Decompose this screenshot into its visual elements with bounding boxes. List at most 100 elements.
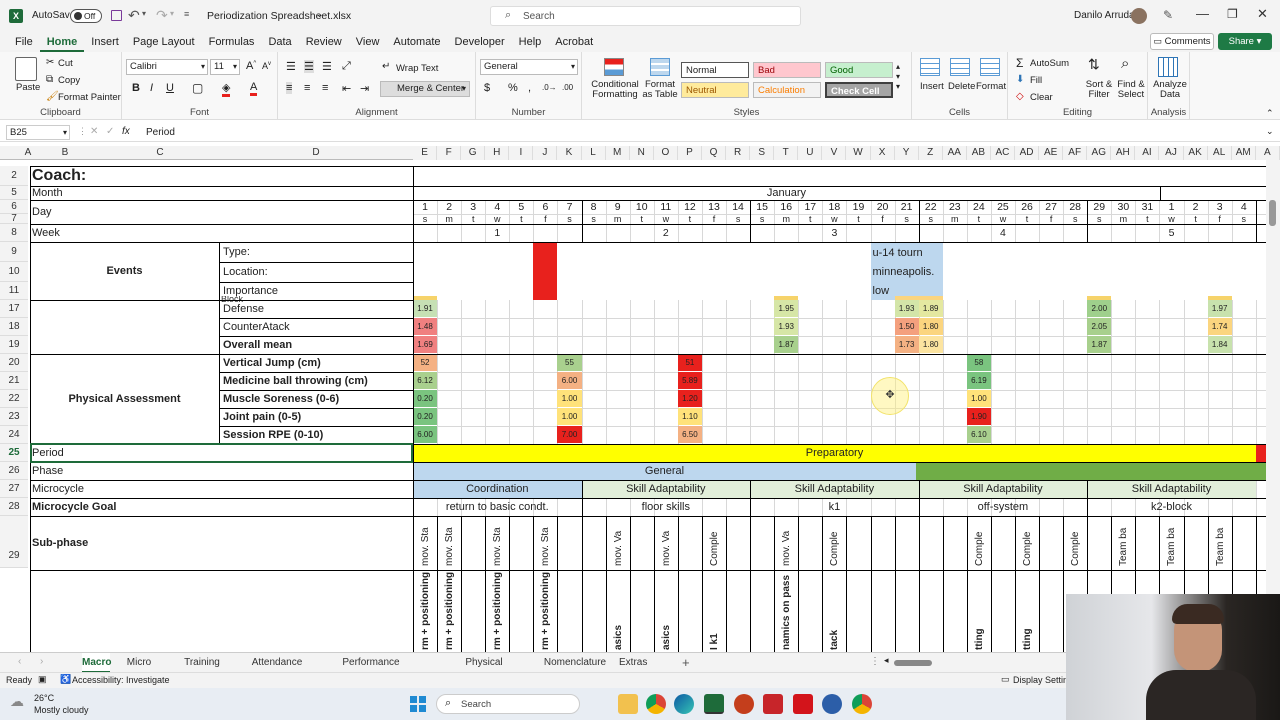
share-button[interactable]: Share ▾ xyxy=(1218,33,1272,50)
vertical-scroll-thumb[interactable] xyxy=(1269,200,1276,226)
counter-value[interactable]: 1.93 xyxy=(774,318,799,335)
font-name-select[interactable]: Calibri ▾ xyxy=(126,59,208,75)
chrome-profile-icon[interactable] xyxy=(852,694,872,714)
menu-formulas[interactable]: Formulas xyxy=(202,32,262,52)
file-name[interactable]: Periodization Spreadsheet.xlsx xyxy=(207,10,351,22)
physical-value[interactable]: 6.00 xyxy=(557,372,582,389)
decrease-decimal-icon[interactable]: .00 xyxy=(562,83,573,92)
physical-value[interactable]: 6.50 xyxy=(677,426,702,443)
style-neutral[interactable]: Neutral xyxy=(681,82,749,98)
tab-nomenclature[interactable]: Nomenclature xyxy=(542,653,608,673)
overall-value[interactable]: 1.87 xyxy=(774,336,799,353)
font-size-select[interactable]: 11 ▾ xyxy=(210,59,240,75)
restore-icon[interactable]: ❐ xyxy=(1227,7,1238,21)
powerpoint-icon[interactable] xyxy=(734,694,754,714)
scroll-left-icon[interactable]: ◂ xyxy=(884,655,889,666)
redo-icon[interactable]: ↷ xyxy=(156,7,168,24)
physical-value[interactable]: 6.00 xyxy=(413,426,438,443)
align-top-icon[interactable]: ☰ xyxy=(286,60,296,73)
paste-icon[interactable] xyxy=(15,57,37,81)
weather-icon[interactable]: ☁ xyxy=(10,693,24,710)
physical-value[interactable]: 58 xyxy=(966,354,991,371)
menu-automate[interactable]: Automate xyxy=(386,32,447,52)
physical-value[interactable]: 1.00 xyxy=(557,408,582,425)
align-left-icon[interactable]: ≡ xyxy=(286,82,293,94)
counter-value[interactable]: 1.74 xyxy=(1207,318,1232,335)
overall-value[interactable]: 1.73 xyxy=(894,336,919,353)
physical-value[interactable]: 1.00 xyxy=(557,390,582,407)
style-good[interactable]: Good xyxy=(825,62,893,78)
tab-micro[interactable]: Micro xyxy=(125,653,153,673)
percent-icon[interactable]: % xyxy=(508,82,518,94)
horizontal-scroll-thumb[interactable] xyxy=(894,660,932,666)
align-center-icon[interactable]: ≡ xyxy=(304,82,310,94)
physical-value[interactable]: 1.10 xyxy=(677,408,702,425)
physical-value[interactable]: 51 xyxy=(677,354,702,371)
find-select-button[interactable]: Find & Select xyxy=(1114,80,1148,100)
cut-button[interactable]: Cut xyxy=(58,58,73,69)
formula-input[interactable]: Period xyxy=(146,127,175,138)
align-middle-icon[interactable]: ☰ xyxy=(304,60,314,73)
macro-record-icon[interactable]: ▣ xyxy=(38,674,47,685)
user-name[interactable]: Danilo Arruda xyxy=(1074,10,1135,21)
search-box[interactable]: ⌕ Search xyxy=(490,6,801,26)
conditional-formatting-button[interactable]: Conditional Formatting xyxy=(588,80,642,100)
file-name-chevron-icon[interactable]: ⌄ xyxy=(316,9,324,20)
save-icon[interactable] xyxy=(111,10,122,21)
style-bad[interactable]: Bad xyxy=(753,62,821,78)
defense-value[interactable]: 2.00 xyxy=(1087,300,1112,317)
pdf-reader-icon[interactable] xyxy=(763,694,783,714)
physical-value[interactable]: 6.10 xyxy=(966,426,991,443)
paste-button[interactable]: Paste xyxy=(16,82,40,93)
counter-value[interactable]: 1.50 xyxy=(894,318,919,335)
redo-dropdown-icon[interactable]: ▾ xyxy=(170,9,174,18)
sort-filter-button[interactable]: Sort & Filter xyxy=(1082,80,1116,100)
physical-value[interactable]: 5.89 xyxy=(677,372,702,389)
menu-insert[interactable]: Insert xyxy=(84,32,126,52)
defense-value[interactable]: 1.93 xyxy=(894,300,919,317)
physical-value[interactable]: 1.20 xyxy=(677,390,702,407)
defense-value[interactable]: 1.95 xyxy=(774,300,799,317)
accessibility-status[interactable]: Accessibility: Investigate xyxy=(72,675,170,685)
format-cells-button[interactable]: Format xyxy=(976,81,1006,92)
undo-icon[interactable]: ↶ xyxy=(128,7,140,24)
menu-view[interactable]: View xyxy=(349,32,387,52)
tab-training-session[interactable]: Training Session xyxy=(166,653,238,688)
physical-value[interactable]: 1.00 xyxy=(966,390,991,407)
tab-attendance[interactable]: Attendance xyxy=(251,653,303,673)
align-right-icon[interactable]: ≡ xyxy=(322,82,328,94)
edge-icon[interactable] xyxy=(674,694,694,714)
comments-button[interactable]: ▭ Comments xyxy=(1150,33,1214,50)
defense-value[interactable]: 1.89 xyxy=(918,300,943,317)
formula-options-icon[interactable]: ⋮ xyxy=(78,126,87,137)
enter-formula-icon[interactable]: ✓ xyxy=(106,126,114,137)
autosave-toggle[interactable]: Off xyxy=(70,9,102,23)
increase-indent-icon[interactable]: ⇥ xyxy=(360,82,369,95)
analyze-data-button[interactable]: Analyze Data xyxy=(1152,80,1188,100)
app-icon[interactable] xyxy=(822,694,842,714)
tab-performance-assessment[interactable]: Performance Assessment xyxy=(317,653,425,688)
period-value[interactable]: Preparatory xyxy=(413,444,1256,462)
align-bottom-icon[interactable]: ☰ xyxy=(322,60,332,73)
underline-icon[interactable]: U xyxy=(166,82,174,94)
defense-value[interactable]: 1.91 xyxy=(413,300,438,317)
physical-value[interactable]: 0.20 xyxy=(413,408,438,425)
menu-acrobat[interactable]: Acrobat xyxy=(548,32,600,52)
insert-cells-button[interactable]: Insert xyxy=(920,81,944,92)
style-check-cell[interactable]: Check Cell xyxy=(825,82,893,98)
format-painter-button[interactable]: Format Painter xyxy=(58,92,121,103)
counter-value[interactable]: 2.05 xyxy=(1087,318,1112,335)
add-sheet-icon[interactable]: + xyxy=(682,655,690,670)
vertical-scrollbar[interactable] xyxy=(1266,160,1280,652)
number-format-select[interactable]: General ▾ xyxy=(480,59,578,75)
worksheet-grid[interactable]: A B C D E F G H I J K L M N O P Q R S T U V W X Y Z AA AB AC AD AE AF AG… xyxy=(0,146,1280,652)
menu-developer[interactable]: Developer xyxy=(448,32,512,52)
chrome-icon[interactable] xyxy=(646,694,666,714)
merge-center-button[interactable]: Merge & Center ▾ xyxy=(380,81,470,97)
style-calculation[interactable]: Calculation xyxy=(753,82,821,98)
tab-split-icon[interactable]: ⋮ xyxy=(870,656,880,667)
clear-button[interactable]: Clear xyxy=(1030,92,1053,103)
delete-cells-button[interactable]: Delete xyxy=(948,81,975,92)
physical-value[interactable]: 6.19 xyxy=(966,372,991,389)
close-icon[interactable]: ✕ xyxy=(1257,6,1268,22)
